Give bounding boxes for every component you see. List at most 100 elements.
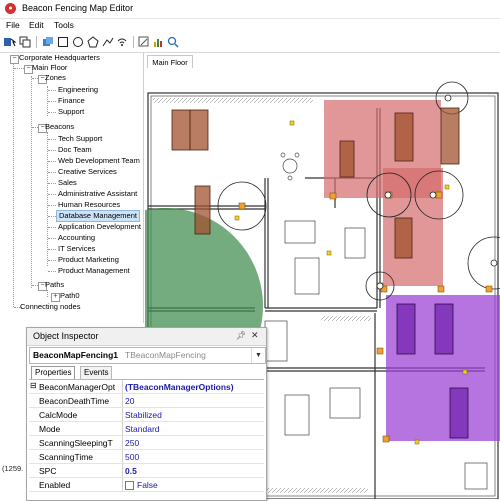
zoom-icon[interactable] <box>166 35 180 49</box>
tree-node-path[interactable]: Path0 <box>60 291 80 301</box>
tree-node-zone[interactable]: Engineering <box>58 85 98 95</box>
toolbar <box>0 33 500 53</box>
polygon-tool-icon[interactable] <box>86 35 100 49</box>
tree-connector <box>48 161 56 162</box>
object-inspector: Object Inspector 📌︎ ✕ BeaconMapFencing1 … <box>26 327 267 501</box>
property-value[interactable]: False <box>137 480 158 490</box>
property-name: Enabled <box>39 480 71 490</box>
property-row[interactable]: ⊟ BeaconManagerOpt (TBeaconManagerOption… <box>29 380 264 394</box>
menu-file[interactable]: File <box>6 20 20 30</box>
path-node <box>376 347 384 355</box>
tab-properties[interactable]: Properties <box>31 366 76 379</box>
path-node <box>329 192 337 200</box>
object-selector[interactable]: BeaconMapFencing1 TBeaconMapFencing ▼ <box>29 347 266 364</box>
copy-icon[interactable] <box>18 35 32 49</box>
menu-edit[interactable]: Edit <box>29 20 44 30</box>
property-name: BeaconDeathTime <box>39 396 110 406</box>
path-tool-icon[interactable] <box>101 35 115 49</box>
property-row[interactable]: CalcMode Stabilized <box>29 408 264 422</box>
property-value[interactable]: 500 <box>125 452 139 462</box>
property-name: SPC <box>39 466 57 476</box>
property-value[interactable]: (TBeaconManagerOptions) <box>125 382 234 392</box>
property-row[interactable]: Mode Standard <box>29 422 264 436</box>
property-row[interactable]: BeaconDeathTime 20 <box>29 394 264 408</box>
tree-expander[interactable]: + <box>51 293 60 302</box>
layers-icon[interactable] <box>41 35 55 49</box>
tree-node-beacon[interactable]: Accounting <box>58 233 95 243</box>
property-grid: ⊟ BeaconManagerOpt (TBeaconManagerOption… <box>29 379 264 501</box>
tree-connector <box>48 101 56 102</box>
tree-node-beacon[interactable]: Administrative Assistant <box>58 189 137 199</box>
tree-connector <box>48 238 56 239</box>
property-row[interactable]: ScanningSleepingT 250 <box>29 436 264 450</box>
pin-icon[interactable]: 📌︎ <box>236 331 246 340</box>
tree-node-beacons[interactable]: Beacons <box>45 122 74 132</box>
property-value[interactable]: Stabilized <box>125 410 162 420</box>
tree-node-beacon[interactable]: Product Management <box>58 266 130 276</box>
tree-node-zone[interactable]: Support <box>58 107 84 117</box>
tree-connector <box>48 249 56 250</box>
tab-main-floor[interactable]: Main Floor <box>147 55 193 69</box>
tab-events[interactable]: Events <box>80 366 113 379</box>
tree-node-beacon[interactable]: IT Services <box>58 244 95 254</box>
toolbar-separator <box>36 36 37 48</box>
object-class: TBeaconMapFencing <box>125 350 206 360</box>
tree-connector <box>48 90 56 91</box>
tree-node-beacon[interactable]: Sales <box>58 178 77 188</box>
tree-node-root[interactable]: Corporate Headquarters <box>19 53 100 63</box>
checkbox[interactable] <box>125 481 134 490</box>
property-row[interactable]: SPC 0.5 <box>29 464 264 478</box>
property-name: ScanningSleepingT <box>39 438 113 448</box>
tree-node-zone[interactable]: Finance <box>58 96 85 106</box>
tree-connector <box>31 76 32 288</box>
connecting-node <box>376 282 384 290</box>
project-tree: − Corporate Headquarters − Main Floor − … <box>0 53 144 323</box>
object-name: BeaconMapFencing1 <box>33 350 119 360</box>
close-icon[interactable]: ✕ <box>251 330 259 341</box>
tree-connector <box>48 150 56 151</box>
select-tool-icon[interactable] <box>3 35 17 49</box>
property-value[interactable]: Standard <box>125 424 160 434</box>
tree-node-connecting-nodes[interactable]: Connecting nodes <box>20 302 80 312</box>
edit-map-icon[interactable] <box>137 35 151 49</box>
menu-bar: File Edit Tools <box>0 18 500 33</box>
tree-node-beacon-selected[interactable]: Database Management <box>56 210 140 222</box>
tree-expander[interactable]: − <box>10 55 19 64</box>
chart-icon[interactable] <box>152 35 166 49</box>
circle-tool-icon[interactable] <box>71 35 85 49</box>
grid-divider <box>122 478 123 491</box>
tree-connector <box>47 290 48 297</box>
inspector-header: Object Inspector 📌︎ ✕ <box>27 328 266 346</box>
toolbar-separator <box>133 36 134 48</box>
collapse-icon[interactable]: ⊟ <box>30 381 37 390</box>
tree-connector <box>48 172 56 173</box>
tree-connector <box>48 271 56 272</box>
tree-node-beacon[interactable]: Product Marketing <box>58 255 119 265</box>
tree-connector <box>48 260 56 261</box>
tree-node-beacon[interactable]: Creative Services <box>58 167 117 177</box>
tree-node-beacon[interactable]: Application Development <box>58 222 141 232</box>
property-name: Mode <box>39 424 61 434</box>
tree-connector <box>48 183 56 184</box>
tree-node-beacon[interactable]: Human Resources <box>58 200 120 210</box>
property-value[interactable]: 0.5 <box>125 466 137 476</box>
tree-node-zones[interactable]: Zones <box>45 73 66 83</box>
tree-node-beacon[interactable]: Tech Support <box>58 134 102 144</box>
beacon-signal-icon[interactable] <box>115 35 129 49</box>
tree-node-paths[interactable]: Paths <box>45 280 64 290</box>
rectangle-tool-icon[interactable] <box>56 35 70 49</box>
tree-node-beacon[interactable]: Doc Team <box>58 145 92 155</box>
property-row[interactable]: Enabled False <box>29 478 264 492</box>
property-row[interactable]: ScanningTime 500 <box>29 450 264 464</box>
property-value[interactable]: 250 <box>125 438 139 448</box>
zone-finance[interactable] <box>383 168 443 286</box>
path-node <box>382 435 390 443</box>
tree-node-beacon[interactable]: Web Development Team <box>58 156 140 166</box>
path-node <box>238 202 246 210</box>
tree-connector <box>13 63 14 307</box>
connecting-node <box>429 191 437 199</box>
menu-tools[interactable]: Tools <box>54 20 74 30</box>
tree-node-floor[interactable]: Main Floor <box>32 63 67 73</box>
property-value[interactable]: 20 <box>125 396 134 406</box>
chevron-down-icon[interactable]: ▼ <box>251 348 265 363</box>
